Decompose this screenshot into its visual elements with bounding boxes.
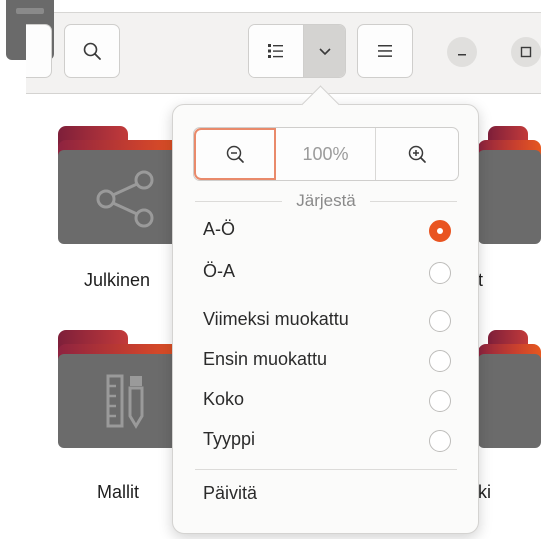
divider xyxy=(195,200,283,202)
share-icon xyxy=(96,170,154,228)
search-icon xyxy=(83,42,101,60)
radio-button-selected[interactable] xyxy=(429,220,451,242)
radio-button[interactable] xyxy=(429,310,451,332)
zoom-out-icon xyxy=(226,145,244,163)
sort-section-header: Järjestä xyxy=(195,190,457,212)
sort-option-label: Ensin muokattu xyxy=(203,349,328,369)
maximize-button[interactable] xyxy=(511,37,541,67)
sort-option-a-o[interactable]: A-Ö xyxy=(173,211,480,251)
radio-button[interactable] xyxy=(429,350,451,372)
menu-separator xyxy=(195,469,457,470)
sort-option-first-modified[interactable]: Ensin muokattu xyxy=(173,341,480,381)
view-options-dropdown-button[interactable] xyxy=(304,25,345,77)
main-menu-button[interactable] xyxy=(357,24,413,78)
zoom-in-icon xyxy=(408,145,426,163)
list-view-button[interactable] xyxy=(249,25,305,77)
sort-option-type[interactable]: Tyyppi xyxy=(173,421,480,461)
divider xyxy=(369,200,457,202)
sort-option-size[interactable]: Koko xyxy=(173,381,480,421)
sort-option-label: Ö-A xyxy=(203,261,236,281)
sort-option-o-a[interactable]: Ö-A xyxy=(173,253,480,293)
sort-option-label: Koko xyxy=(203,389,245,409)
zoom-out-button[interactable] xyxy=(194,128,276,180)
folder-label-julkinen: Julkinen xyxy=(84,270,151,290)
view-options-popover: 100% Järjestä A-Ö Ö-A Viimeksi muokattu … xyxy=(172,104,479,534)
folder-label-partial-bottom: ki xyxy=(478,482,491,502)
sort-option-label: Viimeksi muokattu xyxy=(203,309,349,329)
templates-icon xyxy=(106,374,144,429)
list-view-icon xyxy=(268,44,284,58)
sort-option-last-modified[interactable]: Viimeksi muokattu xyxy=(173,301,480,341)
zoom-level-display[interactable]: 100% xyxy=(276,128,376,180)
maximize-icon xyxy=(520,46,532,58)
sort-option-label: Tyyppi xyxy=(203,429,256,449)
folder-label-mallit: Mallit xyxy=(97,482,140,502)
radio-button[interactable] xyxy=(429,390,451,412)
zoom-in-button[interactable] xyxy=(376,128,458,180)
sort-section-title: Järjestä xyxy=(296,191,356,210)
folder-partial-right-top[interactable] xyxy=(478,126,541,244)
folder-partial-right-bottom[interactable] xyxy=(478,330,541,448)
refresh-menu-item[interactable]: Päivitä xyxy=(203,483,257,504)
path-bar-button[interactable] xyxy=(26,24,52,78)
radio-button[interactable] xyxy=(429,262,451,284)
minimize-icon xyxy=(458,54,466,56)
hamburger-menu-icon xyxy=(378,45,392,57)
sort-option-label: A-Ö xyxy=(203,219,236,239)
zoom-controls: 100% xyxy=(193,127,459,181)
view-toggle-group xyxy=(248,24,346,78)
radio-button[interactable] xyxy=(429,430,451,452)
search-button[interactable] xyxy=(64,24,120,78)
minimize-button[interactable] xyxy=(447,37,477,67)
chevron-down-icon xyxy=(319,48,331,56)
